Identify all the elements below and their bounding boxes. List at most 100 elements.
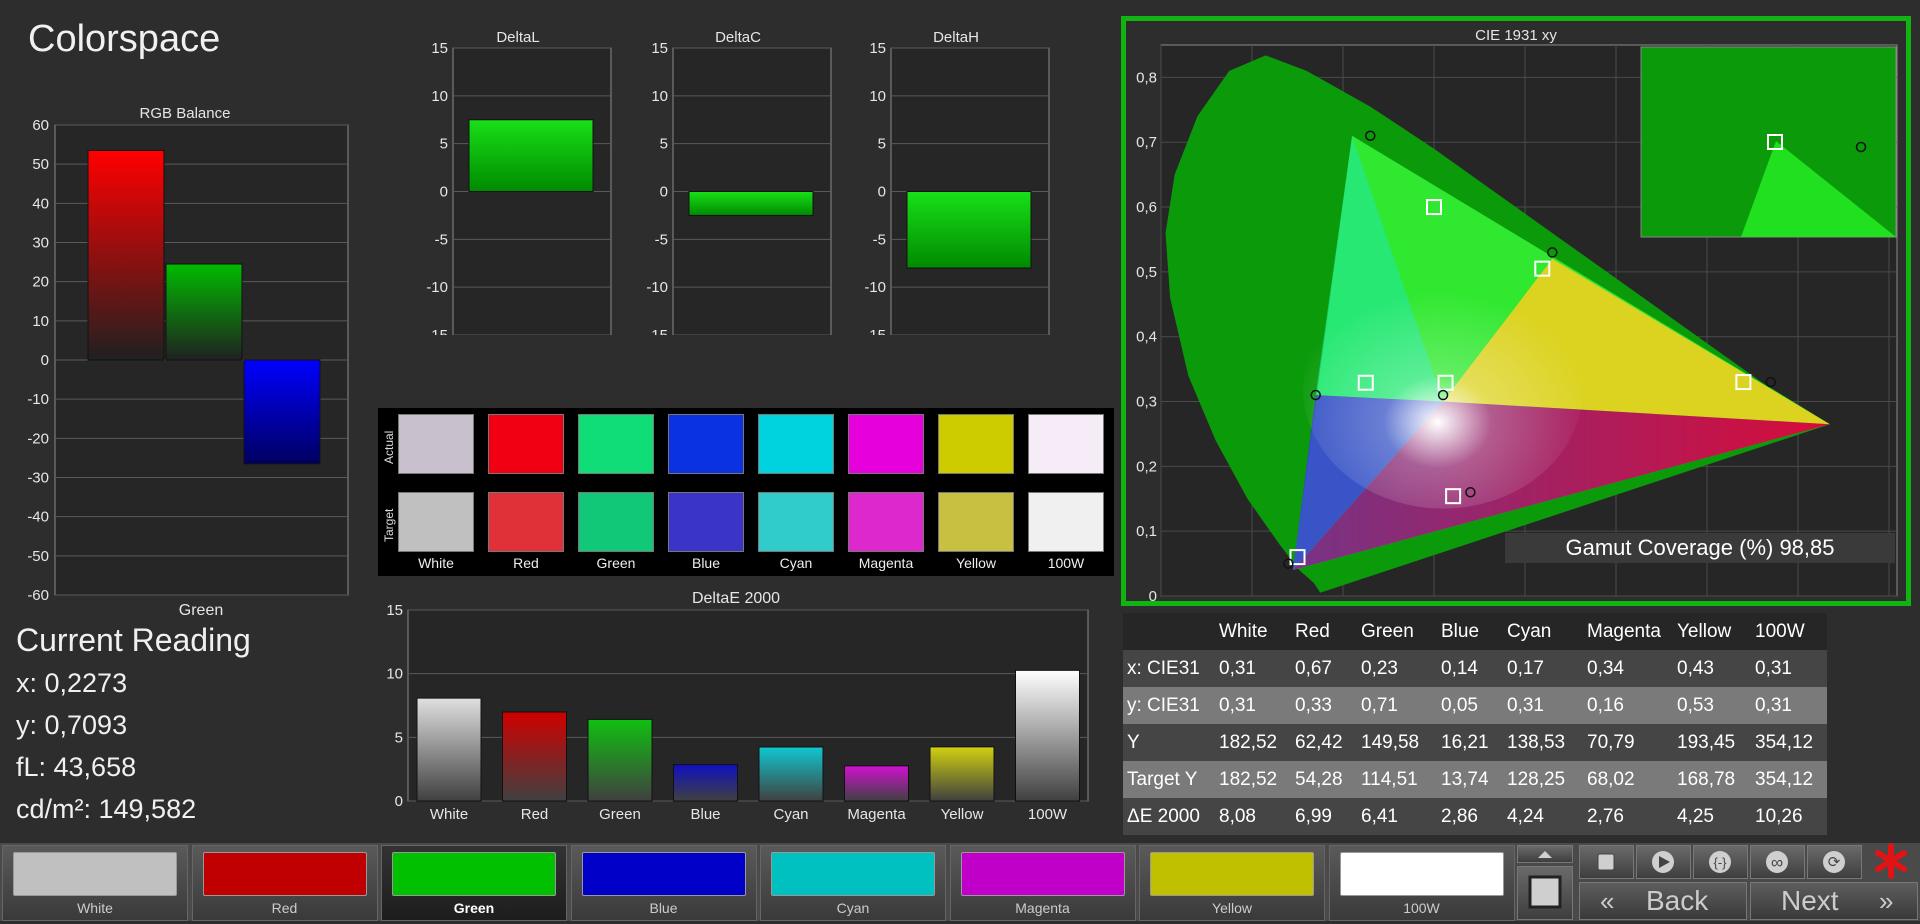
patch-label: White [77, 900, 113, 916]
cie-y-tick: 0,1 [1136, 523, 1157, 540]
reading-fl: fL: 43,658 [16, 752, 137, 782]
cie-chart: CIE 1931 xy 0,80,70,60,50,40,30,20,1000,… [1136, 27, 1898, 601]
table-cell: Y [1123, 724, 1215, 761]
delta-tick-label: -15 [646, 327, 668, 335]
delta-tick-label: -5 [435, 231, 448, 248]
delta-tick-label: 5 [440, 136, 448, 153]
rgb-tick-label: -20 [27, 430, 49, 447]
patch-preview-button[interactable] [1517, 866, 1573, 920]
table-row: y: CIE31 0,31 0,33 0,71 0,05 0,31 0,16 0,53 0,31 [1123, 687, 1827, 724]
table-row: ΔE 2000 8,08 6,99 6,41 2,86 4,24 2,76 4,25 10,26 [1123, 798, 1827, 835]
table-header-cell: Cyan [1503, 613, 1583, 650]
cie-y-tick: 0,3 [1136, 394, 1157, 411]
reading-y: y: 0,7093 [16, 710, 128, 740]
actual-swatch-yellow [938, 414, 1014, 474]
table-cell: 6,41 [1357, 798, 1437, 835]
deltae-category-label: Green [599, 806, 641, 823]
actual-row-label: Actual [382, 430, 396, 464]
patch-button-yellow[interactable]: Yellow [1139, 845, 1325, 921]
table-cell: 0,31 [1751, 687, 1827, 724]
patch-label: 100W [1403, 900, 1440, 916]
back-button[interactable]: « Back [1579, 882, 1747, 920]
patch-button-cyan[interactable]: Cyan [760, 845, 946, 921]
svg-text:∞: ∞ [1771, 853, 1783, 872]
patch-button-green[interactable]: Green [381, 845, 567, 921]
delta-chart-title: DeltaH [933, 29, 979, 46]
svg-text:⟳: ⟳ [1828, 854, 1841, 871]
rgb-tick-label: -10 [27, 391, 49, 408]
table-cell: 62,42 [1291, 724, 1357, 761]
reading-cd: cd/m²: 149,582 [16, 794, 197, 824]
delta-tick-label: 15 [651, 40, 668, 57]
rgb-tick-label: -50 [27, 548, 49, 565]
back-label: Back [1646, 885, 1709, 916]
table-header-cell: Magenta [1583, 613, 1673, 650]
deltae-category-label: Blue [690, 806, 720, 823]
table-row: Y 182,52 62,42 149,58 16,21 138,53 70,79 193,45… [1123, 724, 1827, 761]
table-cell: 0,71 [1357, 687, 1437, 724]
patch-button-blue[interactable]: Blue [570, 845, 757, 921]
swatch-label: Yellow [956, 555, 996, 571]
gamut-coverage: Gamut Coverage (%) 98,85 [1505, 533, 1895, 563]
target-row-label: Target [382, 508, 396, 542]
table-cell: 13,74 [1437, 761, 1503, 798]
patch-label: Blue [649, 900, 678, 916]
swatch-label: Blue [691, 555, 721, 571]
table-cell: 4,24 [1503, 798, 1583, 835]
swatch-label: 100W [1047, 555, 1085, 571]
table-cell: 182,52 [1215, 724, 1291, 761]
table-cell: 114,51 [1357, 761, 1437, 798]
patch-button-white[interactable]: White [2, 845, 188, 921]
double-chevron-right-icon: » [1879, 886, 1894, 916]
reading-x: x: 0,2273 [16, 668, 128, 698]
cie-white-glow [1303, 268, 1584, 509]
table-cell: 54,28 [1291, 761, 1357, 798]
patch-button-red[interactable]: Red [191, 845, 378, 921]
delta-tick-label: -15 [426, 327, 448, 335]
measure-once-button[interactable]: {-} [1693, 845, 1748, 879]
continuous-button[interactable]: ∞ [1750, 845, 1805, 879]
scroll-up-button[interactable] [1517, 845, 1573, 863]
actual-swatch-cyan [758, 414, 834, 474]
stop-button[interactable] [1579, 845, 1634, 879]
table-cell: 70,79 [1583, 724, 1673, 761]
refresh-button[interactable]: ⟳ [1807, 845, 1862, 879]
target-swatch-100w [1028, 492, 1104, 552]
patch-button-100w[interactable]: 100W [1328, 845, 1515, 921]
swatch-label: White [418, 555, 454, 571]
actual-swatch-100w [1028, 414, 1104, 474]
swatch-label: Red [513, 555, 539, 571]
table-cell: 0,33 [1291, 687, 1357, 724]
cie-zoom-inset [1640, 46, 1897, 238]
delta-tick-label: 15 [431, 40, 448, 57]
delta-tick-label: 5 [660, 136, 668, 153]
table-cell: 10,26 [1751, 798, 1827, 835]
patch-color-chip [1339, 852, 1504, 896]
cie-y-tick: 0,4 [1136, 329, 1157, 346]
delta-tick-label: 0 [878, 184, 886, 201]
swatch-label: Cyan [779, 555, 813, 571]
table-header-cell: White [1215, 613, 1291, 650]
target-swatch-green [578, 492, 654, 552]
table-cell: 0,31 [1751, 650, 1827, 687]
table-cell: 149,58 [1357, 724, 1437, 761]
next-button[interactable]: Next » [1750, 882, 1918, 920]
play-button[interactable] [1636, 845, 1691, 879]
patch-button-magenta[interactable]: Magenta [949, 845, 1136, 921]
delta-bar [906, 191, 1032, 269]
rgb-tick-label: 0 [41, 352, 49, 369]
table-cell: 2,86 [1437, 798, 1503, 835]
asterisk-icon[interactable] [1868, 840, 1914, 882]
target-swatch-yellow [938, 492, 1014, 552]
deltae-category-label: Magenta [847, 806, 906, 823]
rgb-balance-title: RGB Balance [140, 105, 231, 122]
delta-tick-label: -10 [646, 279, 668, 296]
table-cell: 0,31 [1503, 687, 1583, 724]
delta-tick-label: -5 [873, 231, 886, 248]
table-cell: 0,67 [1291, 650, 1357, 687]
patch-color-chip [13, 852, 177, 896]
cie-y-tick: 0,6 [1136, 199, 1157, 216]
table-header-cell: 100W [1751, 613, 1827, 650]
target-swatch-magenta [848, 492, 924, 552]
table-cell: 68,02 [1583, 761, 1673, 798]
